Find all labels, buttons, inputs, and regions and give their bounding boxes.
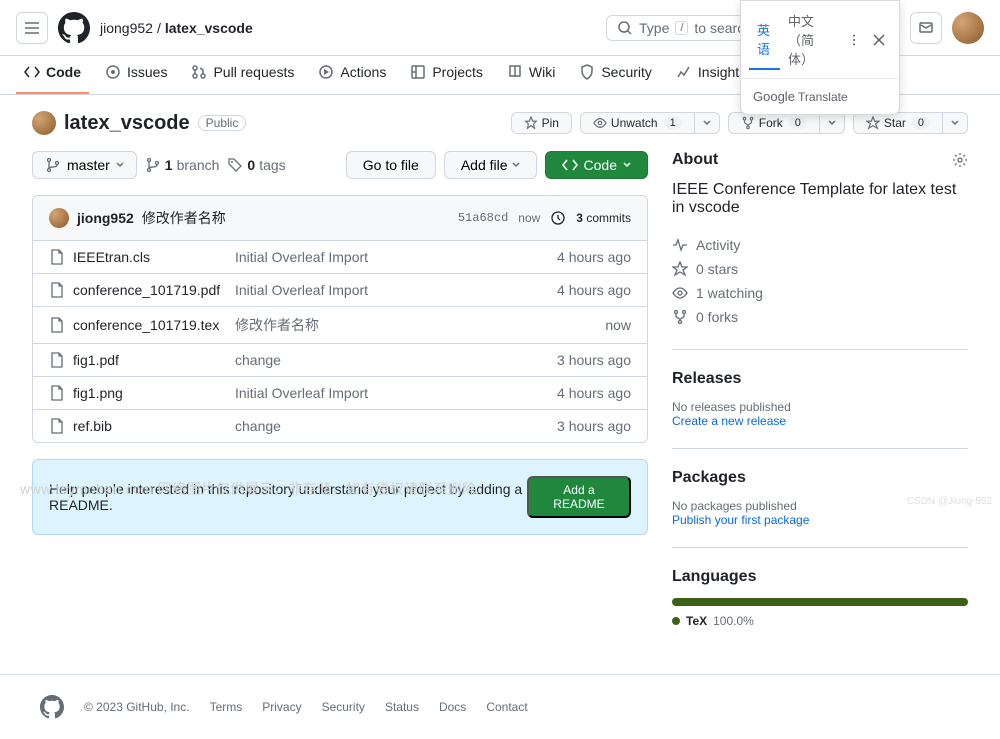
breadcrumb: jiong952 / latex_vscode [100, 20, 253, 36]
file-name[interactable]: IEEEtran.cls [65, 249, 235, 265]
file-time: 4 hours ago [557, 282, 631, 298]
file-time: 4 hours ago [557, 249, 631, 265]
tab-insights[interactable]: Insights [668, 56, 754, 94]
tab-code[interactable]: Code [16, 56, 89, 94]
file-time: 4 hours ago [557, 385, 631, 401]
file-time: now [605, 317, 631, 333]
history-icon [550, 210, 566, 226]
repo-tabs: Code Issues Pull requests Actions Projec… [0, 56, 1000, 95]
footer-link[interactable]: Security [322, 700, 365, 714]
fork-button[interactable]: Fork0 [728, 112, 820, 134]
file-commit-msg[interactable]: Initial Overleaf Import [235, 385, 557, 401]
language-dot-icon [672, 617, 680, 625]
footer: © 2023 GitHub, Inc. Terms Privacy Securi… [0, 674, 1000, 739]
goto-file-button[interactable]: Go to file [346, 151, 436, 179]
latest-commit[interactable]: jiong952 修改作者名称 51a68cd now 3 commits [33, 196, 647, 241]
fork-caret[interactable] [820, 112, 845, 134]
releases-none: No releases published [672, 400, 968, 414]
tab-actions[interactable]: Actions [310, 56, 394, 94]
file-time: 3 hours ago [557, 418, 631, 434]
avatar[interactable] [952, 12, 984, 44]
forks-link[interactable]: 0 forks [672, 305, 968, 329]
watching-link[interactable]: 1 watching [672, 281, 968, 305]
file-name[interactable]: fig1.pdf [65, 352, 235, 368]
stars-link[interactable]: 0 stars [672, 257, 968, 281]
file-row[interactable]: ref.bibchange3 hours ago [33, 410, 647, 442]
watermark2: CSDN @Jiong-952 [907, 496, 992, 507]
owner-link[interactable]: jiong952 [100, 20, 153, 36]
file-row[interactable]: conference_101719.tex修改作者名称now [33, 307, 647, 344]
file-commit-msg[interactable]: change [235, 418, 557, 434]
topbar: jiong952 / latex_vscode Type / to search [0, 0, 1000, 56]
file-name[interactable]: fig1.png [65, 385, 235, 401]
file-name[interactable]: conference_101719.pdf [65, 282, 235, 298]
add-readme-button[interactable]: Add a README [527, 476, 631, 518]
activity-link[interactable]: Activity [672, 233, 968, 257]
branch-select[interactable]: master [32, 151, 137, 179]
file-commit-msg[interactable]: change [235, 352, 557, 368]
languages-title: Languages [672, 568, 968, 586]
publish-package-link[interactable]: Publish your first package [672, 513, 968, 527]
commit-message: 修改作者名称 [142, 208, 226, 228]
code-button[interactable]: Code [545, 151, 648, 179]
file-name[interactable]: ref.bib [65, 418, 235, 434]
file-list: jiong952 修改作者名称 51a68cd now 3 commits IE… [32, 195, 648, 443]
repo-link[interactable]: latex_vscode [165, 20, 253, 36]
file-name[interactable]: conference_101719.tex [65, 317, 235, 333]
unwatch-caret[interactable] [695, 112, 720, 134]
tab-security[interactable]: Security [571, 56, 660, 94]
repo-name: latex_vscode [64, 112, 190, 135]
pull-requests-button[interactable] [868, 12, 900, 44]
create-button[interactable] [776, 12, 816, 44]
issues-button[interactable] [826, 12, 858, 44]
about-title: About [672, 151, 718, 169]
about-description: IEEE Conference Template for latex test … [672, 181, 968, 217]
tags-link[interactable]: 0tags [227, 157, 285, 173]
tab-settings[interactable]: Settings [762, 56, 851, 94]
commit-hash[interactable]: 51a68cd [458, 211, 508, 225]
github-footer-icon[interactable] [40, 695, 64, 719]
menu-button[interactable] [16, 12, 48, 44]
gear-icon[interactable] [952, 152, 968, 168]
commit-time: now [518, 211, 540, 225]
language-item[interactable]: TeX100.0% [672, 614, 968, 628]
search-input[interactable]: Type / to search [606, 15, 766, 41]
footer-link[interactable]: Status [385, 700, 419, 714]
star-caret[interactable] [943, 112, 968, 134]
file-row[interactable]: fig1.pngInitial Overleaf Import4 hours a… [33, 377, 647, 410]
create-release-link[interactable]: Create a new release [672, 414, 968, 428]
watermark: www.toymoban.com 网络图片仅供展示，非存储，如有侵权请联系删除。 [20, 479, 491, 499]
file-commit-msg[interactable]: Initial Overleaf Import [235, 282, 557, 298]
footer-copyright: © 2023 GitHub, Inc. [84, 700, 190, 714]
file-row[interactable]: conference_101719.pdfInitial Overleaf Im… [33, 274, 647, 307]
tab-projects[interactable]: Projects [402, 56, 491, 94]
notifications-button[interactable] [910, 12, 942, 44]
footer-link[interactable]: Terms [210, 700, 243, 714]
star-button[interactable]: Star0 [853, 112, 943, 134]
footer-link[interactable]: Privacy [262, 700, 301, 714]
file-row[interactable]: fig1.pdfchange3 hours ago [33, 344, 647, 377]
commit-avatar [49, 208, 69, 228]
tab-pulls[interactable]: Pull requests [183, 56, 302, 94]
file-commit-msg[interactable]: Initial Overleaf Import [235, 249, 557, 265]
tab-wiki[interactable]: Wiki [499, 56, 563, 94]
unwatch-button[interactable]: Unwatch1 [580, 112, 695, 134]
file-row[interactable]: IEEEtran.clsInitial Overleaf Import4 hou… [33, 241, 647, 274]
releases-title: Releases [672, 370, 968, 388]
add-file-button[interactable]: Add file [444, 151, 537, 179]
tab-issues[interactable]: Issues [97, 56, 175, 94]
footer-link[interactable]: Docs [439, 700, 466, 714]
github-logo-icon[interactable] [58, 12, 90, 44]
pin-button[interactable]: Pin [511, 112, 572, 134]
language-bar [672, 598, 968, 606]
repo-avatar [32, 111, 56, 135]
branches-link[interactable]: 1branch [145, 157, 220, 173]
visibility-badge: Public [198, 115, 247, 131]
file-commit-msg[interactable]: 修改作者名称 [235, 315, 605, 335]
footer-link[interactable]: Contact [486, 700, 527, 714]
file-time: 3 hours ago [557, 352, 631, 368]
packages-title: Packages [672, 469, 968, 487]
